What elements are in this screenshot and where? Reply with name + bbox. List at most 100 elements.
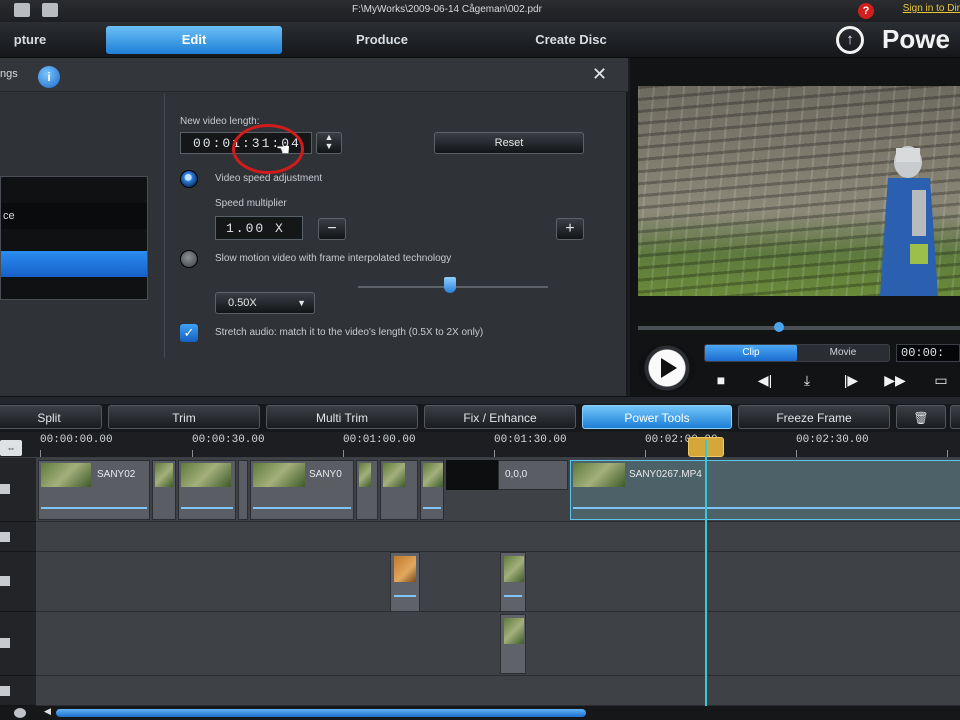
- preview-timecode[interactable]: 00:00:: [896, 344, 960, 362]
- overlay2-track[interactable]: [36, 612, 960, 676]
- video-clip[interactable]: [356, 460, 378, 520]
- close-icon[interactable]: ✕: [592, 64, 607, 85]
- fit-timeline-icon[interactable]: ⇔: [0, 440, 22, 456]
- previous-frame-icon[interactable]: ◀|: [750, 370, 780, 390]
- overlay-track-header[interactable]: [0, 552, 36, 612]
- open-folder-icon[interactable]: [42, 3, 58, 17]
- ruler-tick-label: 00:02:30.00: [796, 434, 869, 446]
- trim-button[interactable]: Trim: [108, 405, 260, 429]
- timeline-ruler[interactable]: ⇔ 00:00:00.00 00:00:30.00 00:01:00.00 00…: [0, 432, 960, 458]
- video-track[interactable]: SANY02 SANY0 0,0,0 SANY0267.MP4: [36, 458, 960, 522]
- black-gap: [446, 460, 498, 490]
- overlay-clip[interactable]: [500, 614, 526, 674]
- panel-title: ngs: [0, 68, 18, 80]
- title-track[interactable]: [36, 676, 960, 706]
- chevron-down-icon: ▼: [297, 298, 306, 308]
- preview-scrub-thumb[interactable]: [774, 322, 784, 332]
- video-clip[interactable]: [178, 460, 236, 520]
- next-frame-icon[interactable]: |▶: [836, 370, 866, 390]
- tab-capture[interactable]: pture: [0, 26, 60, 54]
- speed-adjust-label: Video speed adjustment: [215, 173, 323, 184]
- ruler-tick-label: 00:01:30.00: [494, 434, 567, 446]
- playhead-line[interactable]: [705, 440, 707, 706]
- clip-name: SANY0267.MP4: [629, 469, 702, 480]
- speed-decrease-button[interactable]: −: [318, 218, 346, 240]
- clip-name: 0,0,0: [505, 469, 528, 480]
- title-track-icon: [0, 686, 10, 696]
- new-file-icon[interactable]: [14, 3, 30, 17]
- list-item[interactable]: ce: [1, 203, 147, 229]
- movie-mode-button[interactable]: Movie: [797, 345, 889, 361]
- speed-adjust-radio[interactable]: [180, 170, 198, 188]
- reset-button[interactable]: Reset: [434, 132, 584, 154]
- clip-mode-button[interactable]: Clip: [705, 345, 797, 361]
- speed-multiplier-field[interactable]: 1.00 X: [215, 216, 303, 240]
- tab-create-disc[interactable]: Create Disc: [478, 26, 664, 54]
- zoom-icon[interactable]: [14, 708, 26, 718]
- freeze-frame-button[interactable]: Freeze Frame: [738, 405, 890, 429]
- tab-produce[interactable]: Produce: [300, 26, 464, 54]
- fix-enhance-button[interactable]: Fix / Enhance: [424, 405, 576, 429]
- list-item[interactable]: [1, 227, 147, 253]
- scroll-left-icon[interactable]: ◀: [44, 706, 51, 717]
- timeline-scroll-thumb[interactable]: [56, 709, 586, 717]
- speed-slider-thumb[interactable]: [444, 277, 456, 293]
- overlay-track[interactable]: [36, 552, 960, 612]
- video-clip[interactable]: SANY0: [250, 460, 354, 520]
- sign-in-link[interactable]: Sign in to Dir: [903, 3, 960, 14]
- info-icon[interactable]: i: [38, 66, 60, 88]
- video-clip[interactable]: [420, 460, 444, 520]
- list-item[interactable]: [1, 177, 147, 203]
- list-item-selected[interactable]: [1, 251, 147, 277]
- effect-track-header[interactable]: [0, 522, 36, 552]
- divider: [164, 94, 165, 358]
- effect-track[interactable]: [36, 522, 960, 552]
- edit-function-toolbar: Split Trim Multi Trim Fix / Enhance Powe…: [0, 404, 960, 432]
- ruler-tick: [796, 450, 797, 457]
- panel-header: ngs i ✕: [0, 58, 628, 92]
- video-clip[interactable]: [238, 460, 248, 520]
- clip-name: SANY02: [97, 469, 136, 480]
- overlay-clip[interactable]: [390, 552, 420, 612]
- stop-icon[interactable]: ■: [706, 370, 736, 390]
- clip-movie-toggle: Clip Movie: [704, 344, 890, 362]
- ruler-tick: [645, 450, 646, 457]
- more-tools-button[interactable]: [950, 405, 960, 429]
- play-button[interactable]: [638, 344, 696, 392]
- overlay2-track-header[interactable]: [0, 612, 36, 676]
- slow-motion-select[interactable]: 0.50X ▼: [215, 292, 315, 314]
- effect-track-icon: [0, 532, 10, 542]
- list-item[interactable]: [1, 277, 147, 303]
- trash-icon[interactable]: 🗑: [896, 405, 946, 429]
- overlay-clip[interactable]: [500, 552, 526, 612]
- brand-logo-icon: ↑: [836, 26, 864, 54]
- color-board-clip[interactable]: 0,0,0: [498, 460, 568, 490]
- selected-video-clip[interactable]: SANY0267.MP4: [570, 460, 960, 520]
- tab-edit[interactable]: Edit: [106, 26, 282, 54]
- snapshot-icon[interactable]: ⤓: [792, 370, 822, 390]
- fullscreen-icon[interactable]: ▭: [926, 370, 956, 390]
- fast-forward-icon[interactable]: ▶▶: [880, 370, 910, 390]
- split-button[interactable]: Split: [0, 405, 102, 429]
- video-clip[interactable]: [380, 460, 418, 520]
- ruler-tick-label: 00:00:30.00: [192, 434, 265, 446]
- stretch-audio-checkbox[interactable]: ✓: [180, 324, 198, 342]
- ruler-tick-label: 00:00:00.00: [40, 434, 113, 446]
- title-track-header[interactable]: [0, 676, 36, 706]
- preview-scrub-bar[interactable]: [638, 326, 960, 330]
- panel-splitter[interactable]: [0, 396, 960, 404]
- main-tabs: pture Edit Produce Create Disc ↑ Powe: [0, 22, 960, 58]
- slow-motion-radio[interactable]: [180, 250, 198, 268]
- video-clip[interactable]: [152, 460, 176, 520]
- help-icon[interactable]: ?: [858, 3, 874, 19]
- timeline-tracks: SANY02 SANY0 0,0,0 SANY0267.MP4: [0, 458, 960, 706]
- new-length-label: New video length:: [180, 116, 260, 127]
- tool-mode-list: ce: [0, 176, 148, 300]
- length-stepper[interactable]: ▲ ▼: [316, 132, 342, 154]
- power-tools-button[interactable]: Power Tools: [582, 405, 732, 429]
- speed-increase-button[interactable]: +: [556, 218, 584, 240]
- video-clip[interactable]: SANY02: [38, 460, 150, 520]
- video-track-header[interactable]: [0, 458, 36, 522]
- multi-trim-button[interactable]: Multi Trim: [266, 405, 418, 429]
- hand-cursor-icon: ☚: [276, 142, 291, 159]
